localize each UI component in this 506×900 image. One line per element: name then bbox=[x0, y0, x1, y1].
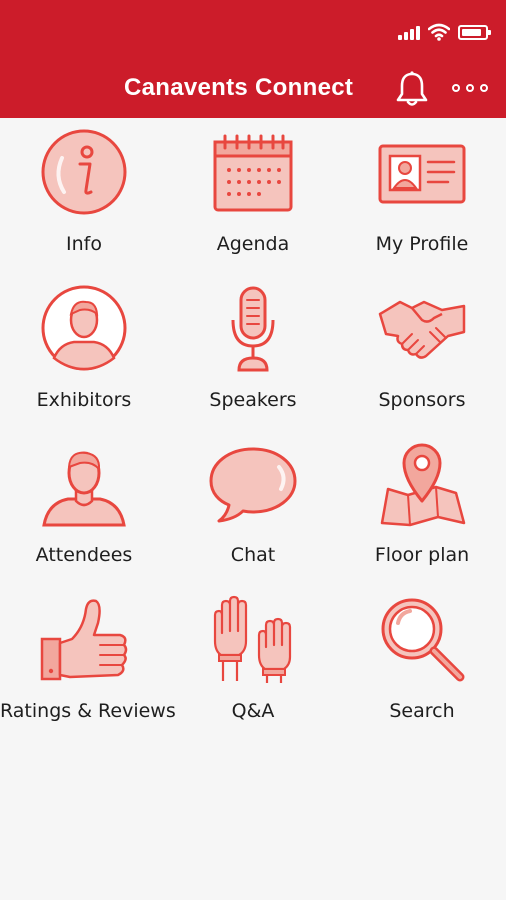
menu-item-label: Attendees bbox=[35, 544, 133, 566]
app-title: Canavents Connect bbox=[124, 74, 354, 101]
signal-icon bbox=[398, 24, 420, 40]
more-options-icon[interactable] bbox=[452, 84, 488, 92]
speech-bubble-icon bbox=[209, 447, 297, 523]
menu-item-label: Info bbox=[66, 233, 102, 255]
handshake-icon bbox=[378, 300, 466, 359]
menu-item-info[interactable]: Info bbox=[0, 118, 168, 258]
exhibitor-person-icon bbox=[41, 285, 127, 371]
menu-item-label: Search bbox=[389, 700, 455, 722]
menu-item-label: Chat bbox=[230, 544, 276, 566]
menu-item-chat[interactable]: Chat bbox=[169, 429, 337, 569]
menu-item-speakers[interactable]: Speakers bbox=[169, 274, 337, 414]
menu-item-my-profile[interactable]: My Profile bbox=[338, 118, 506, 258]
menu-item-label: Sponsors bbox=[378, 389, 466, 411]
menu-item-label: Floor plan bbox=[374, 544, 470, 566]
menu-item-agenda[interactable]: Agenda bbox=[169, 118, 337, 258]
menu-item-label: Agenda bbox=[216, 233, 290, 255]
menu-item-label: Speakers bbox=[209, 389, 297, 411]
wifi-icon bbox=[428, 23, 450, 41]
app-bar: Canavents Connect bbox=[0, 0, 506, 118]
menu-item-label: Exhibitors bbox=[36, 389, 132, 411]
id-card-icon bbox=[378, 144, 466, 204]
thumbs-up-icon bbox=[40, 599, 128, 681]
menu-item-exhibitors[interactable]: Exhibitors bbox=[0, 274, 168, 414]
person-icon bbox=[42, 451, 126, 527]
menu-item-qa[interactable]: Q&A bbox=[169, 585, 337, 725]
microphone-icon bbox=[231, 286, 275, 372]
menu-item-search[interactable]: Search bbox=[338, 585, 506, 725]
info-icon bbox=[41, 129, 127, 215]
battery-icon bbox=[458, 24, 491, 40]
magnifier-icon bbox=[381, 598, 465, 682]
bell-icon[interactable] bbox=[394, 70, 430, 108]
map-pin-icon bbox=[380, 443, 466, 527]
menu-item-ratings-reviews[interactable]: Ratings & Reviews bbox=[0, 585, 176, 725]
status-bar bbox=[398, 22, 491, 42]
menu-item-label: Q&A bbox=[231, 700, 275, 722]
menu-item-attendees[interactable]: Attendees bbox=[0, 429, 168, 569]
raised-hands-icon bbox=[213, 595, 292, 683]
menu-item-label: My Profile bbox=[375, 233, 469, 255]
calendar-icon bbox=[213, 134, 293, 212]
menu-item-label: Ratings & Reviews bbox=[0, 700, 176, 722]
menu-item-floor-plan[interactable]: Floor plan bbox=[338, 429, 506, 569]
menu-item-sponsors[interactable]: Sponsors bbox=[338, 274, 506, 414]
